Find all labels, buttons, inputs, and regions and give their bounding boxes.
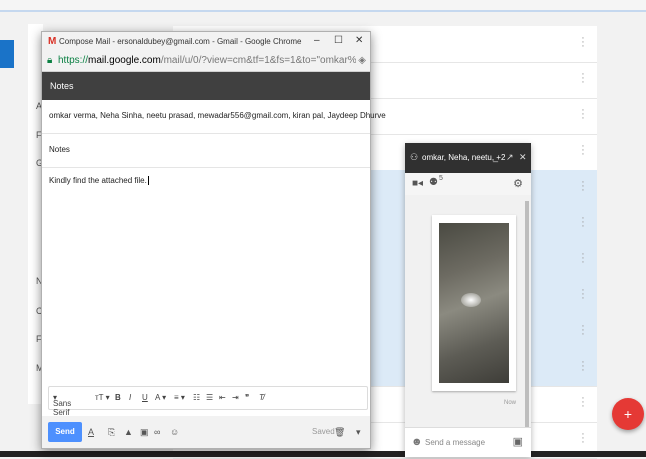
compose-header-title: Notes	[50, 81, 74, 91]
window-title: Compose Mail - ersonaldubey@gmail.com - …	[59, 37, 302, 46]
numbered-list-icon[interactable]: ☷	[193, 393, 200, 402]
add-people-icon[interactable]: ⚉	[429, 177, 438, 188]
window-titlebar: M Compose Mail - ersonaldubey@gmail.com …	[42, 32, 370, 52]
attach-icon[interactable]: ⎘	[108, 427, 115, 438]
saved-status: Saved	[312, 427, 335, 436]
message-placeholder: Send a message	[425, 438, 486, 447]
formatting-toolbar: Sans Serif ▾ ᴛT ▾ B I U A ▾ ≡ ▾ ☷ ☰ ⇤ ⇥ …	[48, 386, 368, 417]
font-size-icon[interactable]: ᴛT ▾	[95, 393, 110, 402]
send-button[interactable]: Send	[48, 422, 82, 442]
bulleted-list-icon[interactable]: ☰	[206, 393, 213, 402]
more-options-icon[interactable]: ▾	[356, 427, 361, 438]
indent-more-icon[interactable]: ⇥	[232, 393, 239, 402]
indent-less-icon[interactable]: ⇤	[219, 393, 226, 402]
minimize-icon[interactable]: –	[314, 35, 320, 46]
more-icon[interactable]: · · ·	[581, 357, 585, 376]
photo-image	[439, 223, 509, 383]
font-select[interactable]: Sans Serif ▾	[53, 393, 71, 417]
group-icon: ⚇	[410, 152, 419, 162]
address-bar[interactable]: 🔒︎ https://mail.google.com/mail/u/0/?vie…	[42, 52, 370, 72]
minimize-icon[interactable]: _	[493, 152, 498, 162]
more-icon[interactable]: · · ·	[581, 213, 585, 232]
lock-icon: 🔒︎	[47, 55, 53, 66]
more-icon[interactable]: · · ·	[581, 69, 585, 88]
more-icon[interactable]: · · ·	[581, 429, 585, 448]
shared-photo[interactable]	[432, 215, 516, 391]
url-text: https://mail.google.com/mail/u/0/?view=c…	[58, 55, 356, 66]
message-input[interactable]: ☻ Send a message ▣	[405, 427, 531, 457]
image-upload-icon[interactable]: ▣	[513, 435, 523, 448]
more-icon[interactable]: · · ·	[581, 141, 585, 160]
participant-count: 5	[439, 175, 443, 182]
video-call-icon[interactable]: ■◂	[412, 178, 423, 189]
compose-window: M Compose Mail - ersonaldubey@gmail.com …	[41, 31, 386, 449]
chat-messages: Now	[405, 195, 531, 429]
subject-text: Notes	[49, 145, 70, 154]
site-settings-icon[interactable]: ◈	[358, 55, 366, 66]
hangout-window: ⚇ omkar, Neha, neetu, +2 _ ↗ ✕ ■◂ ⚉ 5 ⚙ …	[405, 143, 531, 457]
close-icon[interactable]: ✕	[355, 35, 363, 46]
subject-field[interactable]: Notes	[42, 134, 370, 168]
popout-icon[interactable]: ↗	[506, 152, 514, 163]
link-icon[interactable]: ∞	[154, 427, 160, 437]
compose-actions: Send A ⎘ ▲ ▣ ∞ ☺ Saved 🗑︎ ▾	[42, 416, 370, 448]
recipients-field[interactable]: omkar verma, Neha Sinha, neetu prasad, m…	[42, 100, 386, 134]
more-icon[interactable]: · · ·	[581, 105, 585, 124]
emoji-icon[interactable]: ☻	[411, 436, 423, 448]
recipients-text: omkar verma, Neha Sinha, neetu prasad, m…	[49, 111, 386, 120]
hangout-header[interactable]: ⚇ omkar, Neha, neetu, +2 _ ↗ ✕	[405, 143, 531, 173]
settings-icon[interactable]: ⚙	[513, 177, 523, 190]
quote-icon[interactable]: ❞	[245, 393, 249, 402]
underline-icon[interactable]: U	[142, 393, 148, 402]
more-icon[interactable]: · · ·	[581, 321, 585, 340]
new-hangout-button[interactable]: +	[612, 398, 644, 430]
remove-formatting-icon[interactable]: T̸	[259, 393, 264, 402]
align-icon[interactable]: ≡ ▾	[174, 393, 185, 402]
more-icon[interactable]: · · ·	[581, 285, 585, 304]
compose-button-edge[interactable]	[0, 40, 14, 68]
gmail-icon: M	[48, 36, 57, 47]
trash-icon[interactable]: 🗑︎	[334, 427, 345, 438]
browser-top-strip	[0, 0, 646, 12]
taskbar-edge	[0, 451, 646, 457]
more-icon[interactable]: · · ·	[581, 33, 585, 52]
emoji-icon[interactable]: ☺	[170, 427, 179, 437]
more-icon[interactable]: · · ·	[581, 177, 585, 196]
more-icon[interactable]: · · ·	[581, 249, 585, 268]
bold-icon[interactable]: B	[115, 393, 121, 402]
formatting-options-icon[interactable]: A	[88, 427, 94, 437]
message-body[interactable]: Kindly find the attached file.	[49, 176, 149, 186]
compose-header: Notes	[42, 72, 370, 100]
drive-icon[interactable]: ▲	[124, 427, 133, 437]
more-icon[interactable]: · · ·	[581, 393, 585, 412]
chat-scrollbar[interactable]	[525, 201, 529, 429]
maximize-icon[interactable]: ☐	[334, 35, 343, 46]
close-icon[interactable]: ✕	[519, 152, 527, 163]
hangout-toolbar: ■◂ ⚉ 5 ⚙	[405, 173, 531, 195]
italic-icon[interactable]: I	[129, 393, 131, 402]
photo-icon[interactable]: ▣	[140, 427, 149, 438]
text-color-icon[interactable]: A ▾	[155, 393, 166, 402]
add-person-icon: +	[623, 406, 633, 422]
message-time: Now	[503, 400, 516, 406]
